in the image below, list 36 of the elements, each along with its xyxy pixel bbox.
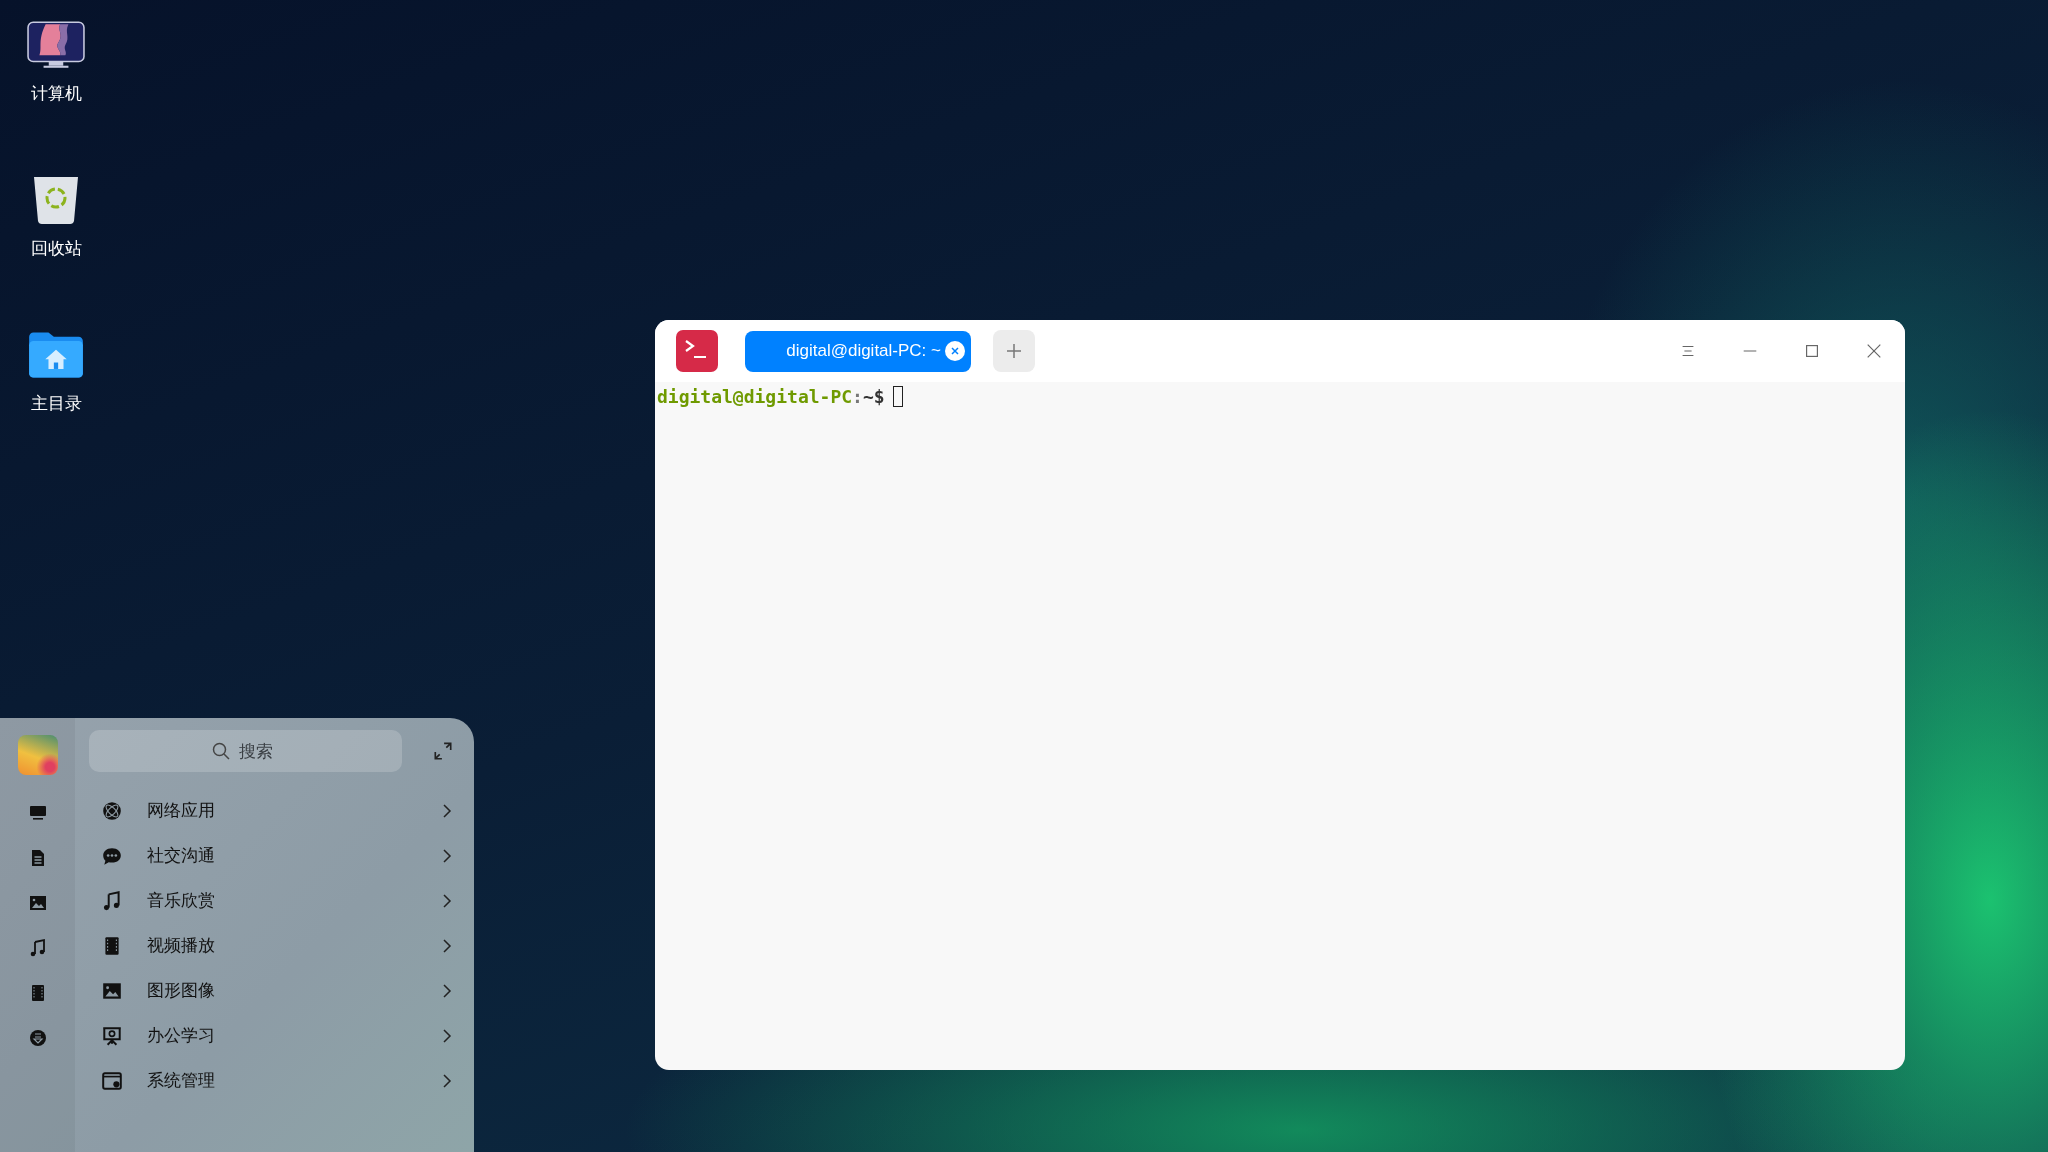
desktop-icon-label[interactable]: 主目录 (30, 392, 82, 415)
desktop-icon-label[interactable]: 计算机 (30, 82, 82, 105)
picture-icon (27, 893, 48, 913)
chevron-right-icon (442, 847, 452, 864)
chevron-right-icon (442, 802, 452, 819)
category-item[interactable]: 视频播放 (89, 923, 460, 968)
chevron-right-icon (442, 892, 452, 909)
close-tab-icon[interactable] (945, 341, 965, 361)
chevron-right-icon (442, 937, 452, 954)
desktop-icon-label[interactable]: 回收站 (30, 237, 82, 260)
chevron-right-icon (442, 1072, 452, 1089)
download-icon (27, 1028, 48, 1048)
category-item[interactable]: 音乐欣赏 (89, 878, 460, 923)
category-item[interactable]: 网络应用 (89, 788, 460, 833)
chevron-right-icon (442, 982, 452, 999)
expand-icon[interactable] (432, 740, 454, 762)
computer-icon (27, 803, 48, 823)
home-folder-icon[interactable] (27, 330, 85, 380)
search-field[interactable]: 搜索 (236, 740, 281, 762)
category-item[interactable]: 办公学习 (89, 1013, 460, 1058)
chevron-right-icon (442, 1027, 452, 1044)
close-icon[interactable] (1865, 342, 1883, 360)
network-icon (101, 799, 123, 822)
category-item[interactable]: 社交沟通 (89, 833, 460, 878)
category-item[interactable]: 系统管理 (89, 1058, 460, 1103)
terminal-tab[interactable]: digital@digital-PC: ~ (745, 330, 971, 372)
search-icon (210, 741, 231, 761)
music-icon (101, 889, 123, 912)
terminal-app-icon[interactable] (676, 330, 718, 372)
monitor-icon[interactable] (27, 20, 85, 70)
terminal-prompt: digital@digital-PC:~$ (657, 386, 885, 407)
maximize-icon[interactable] (1803, 342, 1821, 360)
category-item[interactable]: 图形图像 (89, 968, 460, 1013)
text-cursor (892, 386, 903, 407)
plus-icon (1004, 341, 1024, 361)
new-tab-button[interactable] (993, 330, 1035, 372)
